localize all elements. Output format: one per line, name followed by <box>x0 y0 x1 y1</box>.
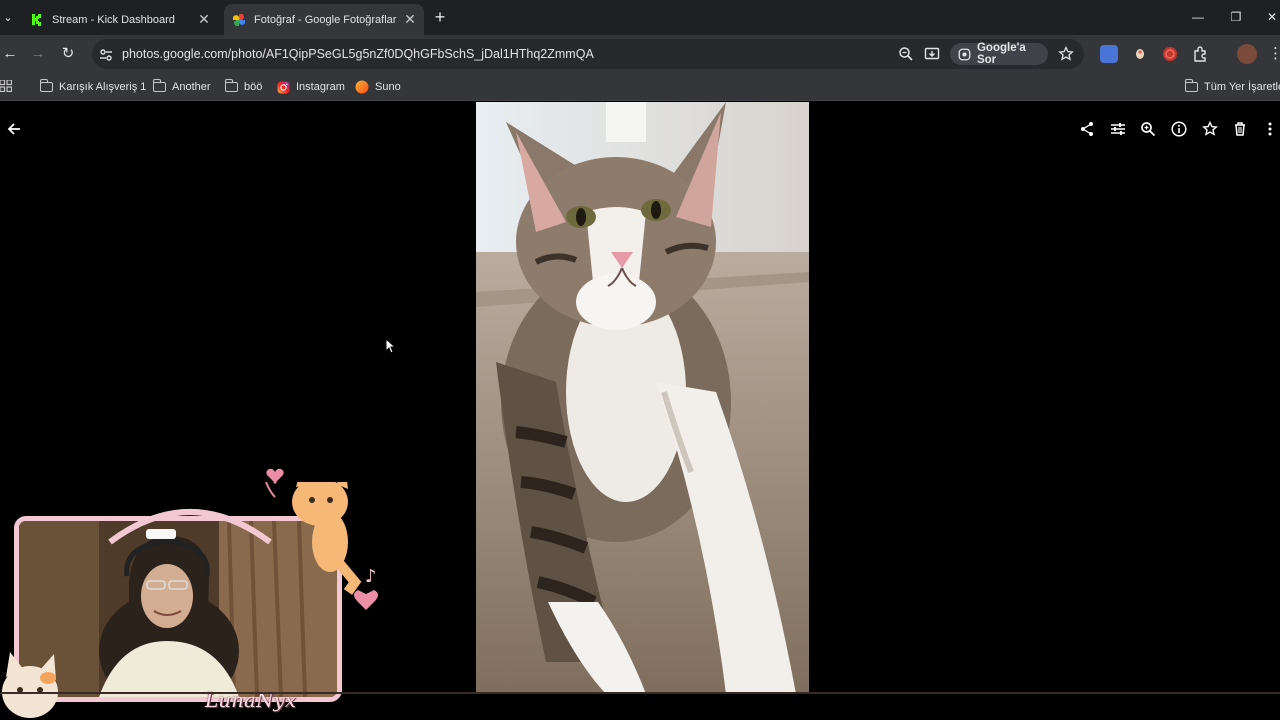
site-settings-icon[interactable] <box>98 47 114 63</box>
instagram-icon <box>277 81 290 93</box>
address-bar[interactable]: photos.google.com/photo/AF1QipPSeGL5g5nZ… <box>92 39 1084 69</box>
folder-icon <box>1184 79 1198 92</box>
suno-icon <box>355 80 369 94</box>
adblock-extension-icon[interactable] <box>1161 45 1179 63</box>
bookmark-label: Karışık Alışveriş 1 <box>59 81 147 93</box>
bookmark-item[interactable]: Karışık Alışveriş 1 <box>39 79 147 95</box>
all-bookmarks[interactable]: Tüm Yer İşaretleri <box>1184 79 1280 95</box>
delete-icon[interactable] <box>1229 118 1251 140</box>
bookmark-label: Another <box>172 81 211 93</box>
more-icon[interactable] <box>1260 118 1280 140</box>
apps-grid-icon[interactable] <box>0 80 12 92</box>
bookmark-label: böö <box>244 81 263 93</box>
close-window-icon[interactable]: ✕ <box>1262 8 1280 26</box>
svg-text:♪: ♪ <box>365 566 377 587</box>
share-icon[interactable] <box>1076 118 1098 140</box>
install-app-icon[interactable] <box>924 46 940 62</box>
mouse-cursor-icon <box>385 338 395 354</box>
url-path: /photo/AF1QipPSeGL5g5nZf0DQhGFbSchS_jDal… <box>227 47 594 61</box>
ask-google-label: Google'a Sor <box>976 42 1026 66</box>
new-tab-button[interactable]: + <box>432 8 448 26</box>
zoom-page-icon[interactable] <box>898 46 914 62</box>
url-host: photos.google.com <box>122 47 228 61</box>
back-icon[interactable]: ← <box>0 44 20 64</box>
extension-icon[interactable] <box>1131 45 1149 63</box>
bookmark-item[interactable]: Suno <box>355 79 401 95</box>
bookmarks-bar: Karışık Alışveriş 1 Another böö Instagra… <box>0 73 1280 101</box>
cat-photo[interactable] <box>476 102 809 694</box>
minimize-icon[interactable]: — <box>1188 8 1208 26</box>
photo-viewer: ♪ LunaNyx <box>0 102 1280 720</box>
tab-search-icon[interactable]: ⌄ <box>0 8 16 26</box>
back-arrow-icon[interactable] <box>3 118 25 140</box>
kick-favicon-icon <box>30 12 44 27</box>
profile-avatar[interactable] <box>1237 44 1257 64</box>
browser-toolbar: ← → ↻ photos.google.com/photo/AF1QipPSeG… <box>0 35 1280 73</box>
google-photos-favicon-icon <box>233 13 245 26</box>
bookmark-item[interactable]: Instagram <box>277 79 345 95</box>
bookmark-item[interactable]: böö <box>224 79 263 95</box>
all-bookmarks-label: Tüm Yer İşaretleri <box>1204 81 1280 93</box>
browser-menu-icon[interactable]: ⋮ <box>1268 44 1280 64</box>
overlay-decoration: ♪ <box>108 482 378 610</box>
cat-sticker-icon <box>2 652 58 718</box>
folder-icon <box>152 79 166 92</box>
google-translate-extension-icon[interactable] <box>1100 45 1118 63</box>
folder-icon <box>224 79 238 92</box>
bookmark-star-icon[interactable] <box>1058 46 1074 62</box>
bookmark-label: Instagram <box>296 81 345 93</box>
url-text: photos.google.com/photo/AF1QipPSeGL5g5nZ… <box>122 47 594 61</box>
tab-bar: ⌄ Stream - Kick Dashboard ✕ Fotoğraf - G… <box>0 0 1280 35</box>
bookmark-label: Suno <box>375 81 401 93</box>
tab-kick-dashboard[interactable]: Stream - Kick Dashboard ✕ <box>22 4 218 35</box>
progress-divider <box>0 692 1280 694</box>
tab-google-photos[interactable]: Fotoğraf - Google Fotoğraflar ✕ <box>224 4 424 35</box>
reload-icon[interactable]: ↻ <box>58 44 78 64</box>
zoom-icon[interactable] <box>1137 118 1159 140</box>
ask-google-button[interactable]: Google'a Sor <box>950 42 1048 66</box>
info-icon[interactable] <box>1168 118 1190 140</box>
lens-icon <box>958 48 971 60</box>
restore-icon[interactable]: ❐ <box>1226 8 1246 26</box>
favorite-icon[interactable] <box>1199 118 1221 140</box>
extensions-puzzle-icon[interactable] <box>1192 45 1210 63</box>
forward-icon[interactable]: → <box>28 44 48 64</box>
folder-icon <box>39 79 53 92</box>
close-tab-icon[interactable]: ✕ <box>196 11 212 28</box>
heart-sticker-icon <box>266 468 284 483</box>
bookmark-item[interactable]: Another <box>152 79 211 95</box>
tab-title: Stream - Kick Dashboard <box>52 13 175 26</box>
edit-icon[interactable] <box>1107 118 1129 140</box>
close-tab-icon[interactable]: ✕ <box>402 11 418 28</box>
tab-title: Fotoğraf - Google Fotoğraflar <box>254 13 397 26</box>
